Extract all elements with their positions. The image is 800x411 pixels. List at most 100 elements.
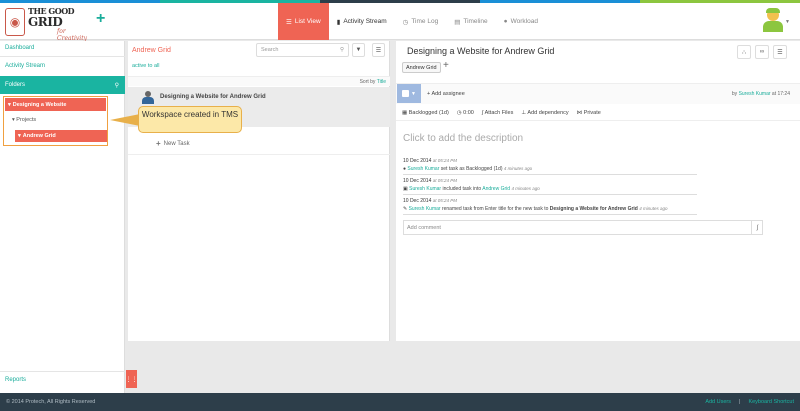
detail-menu-button[interactable]: ☰ [773,45,787,59]
tree-item-andrew-grid[interactable]: ▾ Andrew Grid [15,130,107,142]
funnel-icon: ▼ [355,47,362,53]
chevron-down-icon[interactable]: ▼ [785,19,790,25]
comment-input[interactable]: Add comment [403,220,763,235]
comment-icon: ▮ [336,18,341,26]
user-link[interactable]: Suresh Kumar [409,206,441,212]
search-icon[interactable]: ⚲ [340,47,344,53]
link-button[interactable]: ∞ [755,45,769,59]
activity-item: ✎ Suresh Kumar renamed task from Enter t… [403,206,697,215]
search-icon[interactable]: ⚲ [115,82,119,89]
view-tabs: ☰ List View ▮ Activity Stream ◷ Time Log… [278,3,546,40]
task-filter: active to all [132,63,160,69]
menu-button[interactable]: ☰ [372,43,385,57]
tab-activity-stream[interactable]: ▮ Activity Stream [329,3,395,40]
description-field[interactable]: Click to add the description [403,133,523,144]
activity-item: ● Suresh Kumar set task as Backlogged (1… [403,166,697,175]
status-dropdown[interactable]: ▦ Backlogged (1d) [402,110,449,116]
chevron-down-icon: ▼ [411,90,416,97]
add-users-link[interactable]: Add Users [705,399,731,405]
activity-date: 10 Dec 2014 at 05:24 PM [403,178,458,184]
panel-resize-handle[interactable]: ⋮⋮ [125,370,138,388]
grid-icon: ▦ [402,109,408,116]
user-avatar[interactable] [762,8,784,33]
footer: © 2014 Protech, All Rights Reserved Add … [0,393,800,411]
sort-by-title-link[interactable]: Title [377,79,386,85]
tab-list-view[interactable]: ☰ List View [278,3,329,40]
activity-date: 10 Dec 2014 at 05:24 PM [403,158,458,164]
copyright: © 2014 Protech, All Rights Reserved [6,399,96,405]
add-new-button[interactable]: + [96,11,105,27]
user-icon: ● [503,18,508,25]
dependency-icon: ⊥ [521,109,527,116]
filter-active-link[interactable]: active [132,63,146,69]
grip-icon: ⋮⋮ [125,376,138,383]
left-sidebar: Dashboard Activity Stream Folders ⚲ ▾ De… [0,41,125,393]
sidebar-item-dashboard[interactable]: Dashboard [5,45,34,51]
caret-down-icon: ▾ [12,117,15,123]
tab-timeline[interactable]: ▤ Timeline [446,3,495,40]
user-icon [142,91,154,105]
folder-icon: ▣ [403,186,408,192]
task-meta-bar: ▦ Backlogged (1d) ◷ 0:00 ∫ Attach Files … [396,105,800,121]
task-detail-title[interactable]: Designing a Website for Andrew Grid [407,46,554,56]
sort-control: Sort by Title [128,76,390,86]
search-input[interactable]: Search ⚲ [256,43,349,57]
creator-link[interactable]: Suresh Kumar [739,91,771,97]
add-tag-button[interactable]: + [443,60,449,71]
caret-down-icon: ▾ [18,133,21,139]
avatar-icon: ● [403,166,407,172]
paperclip-icon[interactable]: ∫ [751,221,763,234]
brand-tagline: for Creativity [57,28,88,42]
activity-item: ▣ Suresh Kumar included task into Andrew… [403,186,697,195]
task-title: Designing a Website for Andrew Grid [160,94,266,100]
filter-all-link[interactable]: all [154,63,160,69]
folder-tree-highlight: ▾ Designing a Website ▾ Projects ▾ Andre… [3,96,108,146]
filter-button[interactable]: ▼ [352,43,365,57]
link-icon: ∞ [759,49,765,55]
bars-icon: ▤ [454,18,461,26]
assignee-row: ▼ + Add assignee by Suresh Kumar at 17:2… [396,84,800,104]
user-link[interactable]: Suresh Kumar [409,186,441,192]
app-header: ◉ THE GOOD GRID for Creativity + ☰ List … [0,3,800,42]
logo-badge-icon: ◉ [5,8,25,36]
menu-icon: ☰ [777,49,783,56]
list-icon: ☰ [286,18,292,26]
tab-workload[interactable]: ● Workload [496,3,546,40]
folder-link[interactable]: Andrew Grid [482,186,510,192]
task-list-panel: Andrew Grid active to all Search ⚲ ▼ ☰ S… [128,41,390,341]
folder-title: Andrew Grid [132,47,171,54]
user-link[interactable]: Suresh Kumar [407,166,439,172]
status-checkbox-button[interactable]: ▼ [397,84,421,103]
folders-header[interactable]: Folders ⚲ [0,76,125,94]
annotation-callout: Workspace created in TMS [138,106,242,133]
clock-icon: ◷ [456,109,462,116]
callout-arrow [110,114,140,126]
add-dependency-button[interactable]: ⊥ Add dependency [521,110,568,116]
rss-icon: ∴ [742,49,746,56]
checkbox-icon [402,90,410,97]
tree-item-projects[interactable]: ▾ Projects [12,117,36,123]
attach-files-button[interactable]: ∫ Attach Files [482,110,513,116]
paperclip-icon: ∫ [481,109,484,116]
keyboard-shortcut-link[interactable]: Keyboard Shortcut [748,399,794,405]
clock-icon: ◷ [402,18,409,26]
folder-tag[interactable]: Andrew Grid [402,62,441,73]
time-tracker[interactable]: ◷ 0:00 [457,110,474,116]
share-icon: ⋈ [576,109,583,116]
tab-time-log[interactable]: ◷ Time Log [395,3,447,40]
sidebar-item-reports[interactable]: Reports [5,377,26,383]
rss-button[interactable]: ∴ [737,45,751,59]
tree-item-designing-a-website[interactable]: ▾ Designing a Website [5,98,106,111]
created-by: by Suresh Kumar at 17:24 [731,91,790,97]
caret-down-icon: ▾ [8,101,11,108]
menu-icon: ☰ [375,47,382,54]
plus-icon: + [427,91,431,97]
new-task-button[interactable]: + New Task [156,139,190,148]
pencil-icon: ✎ [403,206,408,212]
private-toggle[interactable]: ⋈ Private [577,110,601,116]
task-detail-panel: Designing a Website for Andrew Grid ∴ ∞ … [396,41,800,341]
add-assignee-button[interactable]: + Add assignee [427,91,465,97]
plus-icon: + [156,139,161,148]
sidebar-item-activity-stream[interactable]: Activity Stream [5,63,45,69]
brand-logo[interactable]: ◉ THE GOOD GRID for Creativity [5,6,90,42]
